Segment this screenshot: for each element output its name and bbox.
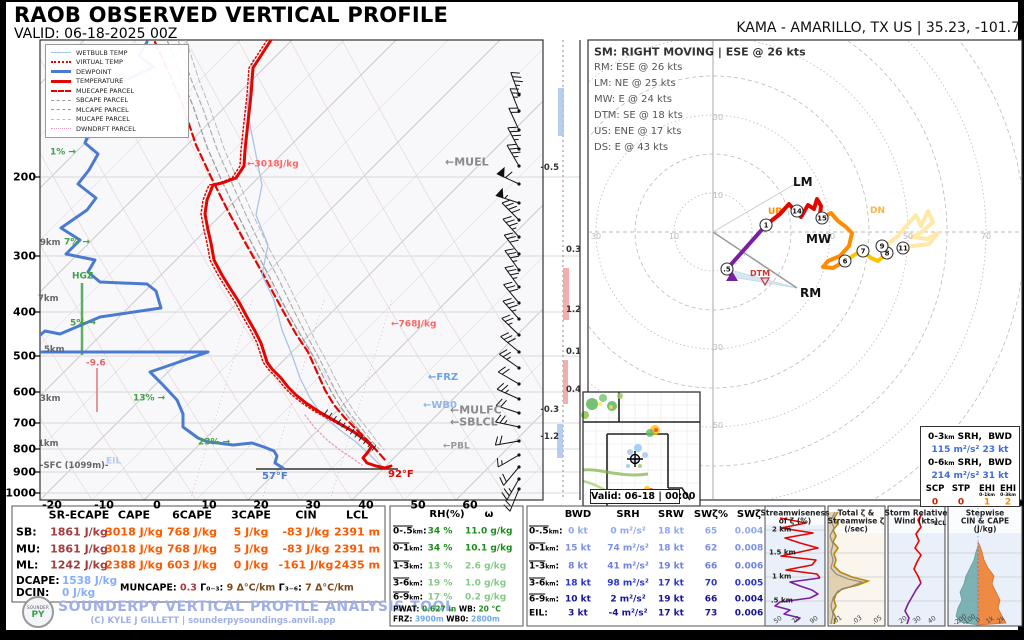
hodograph-height-marker: 15 xyxy=(816,212,828,224)
omega-bar xyxy=(558,88,564,136)
plot-canvas: UPDN.511415678911 xyxy=(0,0,1024,640)
svg-text:9: 9 xyxy=(880,243,885,251)
hodograph-height-marker: 1 xyxy=(760,219,772,231)
omega-bar xyxy=(557,424,563,458)
svg-text:14: 14 xyxy=(792,208,802,216)
omega-bar xyxy=(563,268,569,320)
svg-text:.5: .5 xyxy=(723,266,731,274)
svg-text:1: 1 xyxy=(764,222,769,230)
hodograph-height-marker: 6 xyxy=(839,255,851,267)
svg-text:15: 15 xyxy=(817,215,827,223)
svg-text:7: 7 xyxy=(861,248,866,256)
sounderpy-chart: { "header": { "title": "RAOB OBSERVED VE… xyxy=(0,0,1024,640)
hodograph-height-marker: 11 xyxy=(897,242,909,254)
svg-text:DN: DN xyxy=(870,206,885,216)
omega-bar xyxy=(563,360,568,404)
hodograph-height-marker: 9 xyxy=(876,240,888,252)
svg-text:6: 6 xyxy=(843,258,848,266)
hodograph-height-marker: .5 xyxy=(721,263,733,275)
hodograph-height-marker: 7 xyxy=(857,245,869,257)
svg-text:11: 11 xyxy=(898,245,908,253)
radar-map-inset xyxy=(581,392,700,506)
hodograph-height-marker: 14 xyxy=(791,205,803,217)
